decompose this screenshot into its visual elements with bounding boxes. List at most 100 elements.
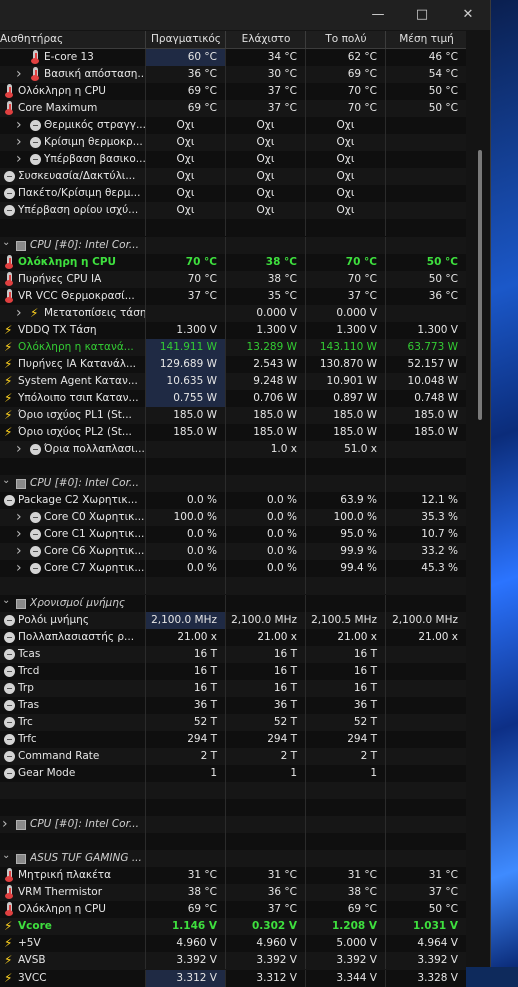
avg-value: 33.2 % [421, 545, 458, 558]
maximize-icon[interactable]: □ [410, 6, 434, 24]
current-value: 1.146 V [172, 920, 217, 933]
minimize-icon[interactable]: — [366, 6, 390, 24]
group-header-row[interactable]: › CPU [#0]: Intel Cor... [0, 816, 466, 834]
table-row[interactable]: ⚡ Ολόκληρη η κατανά... 141.911 W 13.289 W 14… [0, 338, 466, 356]
max-value: 52 T [353, 715, 377, 728]
table-row[interactable]: VRM Thermistor 38 °C 36 °C 38 °C 37 °C [0, 884, 466, 902]
table-row[interactable]: ⚡ Πυρήνες IA Κατανάλ... 129.689 W 2.543 W 13… [0, 355, 466, 373]
avg-value: 52.157 W [407, 357, 458, 370]
max-value: 3.344 V [336, 971, 377, 984]
min-value: 0.0 % [266, 494, 297, 507]
col-max[interactable]: Το πολύ [305, 31, 386, 48]
table-row[interactable]: › Υπέρβαση βασικο... Οχι Οχι Οχι [0, 151, 466, 169]
group-header-row[interactable]: ⌄ CPU [#0]: Intel Cor... [0, 475, 466, 493]
group-header-row[interactable]: ⌄ ASUS TUF GAMING ... [0, 850, 466, 868]
avg-value: 50 °C [428, 102, 458, 115]
table-row[interactable]: Μητρική πλακέτα 31 °C 31 °C 31 °C 31 °C [0, 867, 466, 885]
table-row[interactable]: ⚡ +5V 4.960 V 4.960 V 5.000 V 4.964 V [0, 935, 466, 953]
table-row[interactable]: Tras 36 T 36 T 36 T [0, 696, 466, 714]
sensor-name: Ολόκληρη η CPU [18, 85, 106, 98]
max-value: 2,100.5 MHz [311, 613, 377, 626]
table-row[interactable]: Trfc 294 T 294 T 294 T [0, 730, 466, 748]
group-header-row[interactable]: ⌄ CPU [#0]: Intel Cor... [0, 236, 466, 254]
table-row[interactable]: Ολόκληρη η CPU 69 °C 37 °C 70 °C 50 °C [0, 83, 466, 101]
sensor-name: E-core 13 [44, 51, 94, 63]
table-row[interactable]: › ⚡ Μετατοπίσεις τάσης 0.000 V 0.000 V [0, 304, 466, 322]
min-value: Οχι [256, 204, 275, 217]
scrollbar[interactable] [478, 150, 482, 420]
table-row[interactable]: › Core C7 Χωρητικ... 0.0 % 0.0 % 99.4 % 45.3 … [0, 560, 466, 578]
table-row[interactable]: Πολλαπλασιαστής ρ... 21.00 x 21.00 x 21.00 … [0, 628, 466, 646]
table-row[interactable]: Gear Mode 1 1 1 [0, 764, 466, 783]
chip-icon [16, 479, 26, 490]
table-row[interactable]: ⚡ 3VCC 3.312 V 3.312 V 3.344 V 3.328 V [0, 969, 466, 987]
table-row[interactable]: E-core 13 60 °C 34 °C 62 °C 46 °C [0, 49, 466, 67]
table-row[interactable]: Tcas 16 T 16 T 16 T [0, 645, 466, 663]
table-row[interactable]: Ολόκληρη η CPU 70 °C 38 °C 70 °C 50 °C [0, 253, 466, 271]
col-avg[interactable]: Μέση τιμή [385, 31, 467, 48]
table-row[interactable]: Core Maximum 69 °C 37 °C 70 °C 50 °C [0, 100, 466, 118]
table-row[interactable]: Package C2 Χωρητικ... 0.0 % 0.0 % 63.9 % 12.… [0, 492, 466, 510]
min-value: 2 T [280, 749, 297, 762]
chip-icon [16, 240, 26, 251]
table-row[interactable]: Υπέρβαση ορίου ισχύ... Οχι Οχι Οχι [0, 202, 466, 220]
spacer-row [0, 219, 466, 237]
table-row[interactable]: ⚡ Όριο ισχύος PL1 (St... 185.0 W 185.0 W 185… [0, 406, 466, 425]
table-row[interactable]: › Core C0 Χωρητικ... 100.0 % 0.0 % 100.0 % 35… [0, 509, 466, 527]
table-row[interactable]: ⚡ System Agent Καταν... 10.635 W 9.248 W 10.… [0, 372, 466, 390]
table-row[interactable]: › Όρια πολλαπλασι... 1.0 x 51.0 x [0, 441, 466, 459]
chevron-down-icon[interactable]: ⌄ [2, 850, 10, 861]
table-row[interactable]: Trcd 16 T 16 T 16 T [0, 662, 466, 680]
group-header-row[interactable]: ⌄ Χρονισμοί μνήμης [0, 594, 466, 612]
max-value: 70 °C [347, 85, 377, 98]
table-row[interactable]: › Θερμικός στραγγ... Οχι Οχι Οχι [0, 117, 466, 135]
table-row[interactable]: ⚡ Υπόλοιπο τσιπ Καταν... 0.755 W 0.706 W 0.8… [0, 389, 466, 407]
max-value: 95.0 % [340, 528, 377, 541]
table-row[interactable]: Πακέτο/Κρίσιμη θερμ... Οχι Οχι Οχι [0, 185, 466, 203]
col-current[interactable]: Πραγματικός [145, 31, 226, 48]
table-row[interactable]: Trc 52 T 52 T 52 T [0, 713, 466, 731]
table-row[interactable]: Ολόκληρη η CPU 69 °C 37 °C 69 °C 50 °C [0, 901, 466, 919]
sensor-name: Μητρική πλακέτα [18, 869, 111, 882]
current-value: Οχι [176, 187, 195, 200]
table-row[interactable]: Ρολόι μνήμης 2,100.0 MHz 2,100.0 MHz 2,100.… [0, 611, 466, 629]
table-row[interactable]: Πυρήνες CPU IA 70 °C 38 °C 70 °C 50 °C [0, 270, 466, 288]
chevron-down-icon[interactable]: ⌄ [2, 595, 10, 606]
table-row[interactable]: › Κρίσιμη θερμοκρ... Οχι Οχι Οχι [0, 134, 466, 152]
sensor-name: Ολόκληρη η CPU [18, 903, 106, 916]
sensor-name: Πολλαπλασιαστής ρ... [18, 630, 135, 643]
min-value: 16 T [273, 664, 297, 677]
sensor-name: Core C0 Χωρητικ... [44, 511, 145, 524]
table-row[interactable]: Command Rate 2 T 2 T 2 T [0, 747, 466, 765]
sensor-name: Package C2 Χωρητικ... [18, 494, 138, 507]
table-row[interactable]: › Core C6 Χωρητικ... 0.0 % 0.0 % 99.9 % 33.2 … [0, 543, 466, 561]
spacer-row [0, 577, 466, 595]
table-row[interactable]: VR VCC Θερμοκρασί... 37 °C 35 °C 37 °C 36 °C [0, 287, 466, 305]
table-row[interactable]: ⚡ Vcore 1.146 V 0.302 V 1.208 V 1.031 V [0, 918, 466, 936]
table-row[interactable]: › Core C1 Χωρητικ... 0.0 % 0.0 % 95.0 % 10.7 … [0, 526, 466, 544]
min-value: 3.312 V [256, 971, 297, 984]
avg-value [386, 680, 466, 697]
chevron-down-icon[interactable]: ⌄ [2, 475, 10, 486]
table-row[interactable]: ⚡ VDDQ TX Τάση 1.300 V 1.300 V 1.300 V 1.300 … [0, 321, 466, 339]
table-row[interactable]: Trp 16 T 16 T 16 T [0, 679, 466, 697]
max-value: 36 T [353, 698, 377, 711]
min-value: Οχι [256, 187, 275, 200]
min-value: 37 °C [267, 903, 297, 916]
chevron-right-icon[interactable]: › [2, 816, 8, 832]
col-sensor[interactable]: Αισθητήρας [0, 31, 145, 48]
table-row[interactable]: › Βασική απόσταση... 36 °C 30 °C 69 °C 54 °C [0, 66, 466, 84]
sensor-name: Trp [18, 681, 34, 694]
close-icon[interactable]: ✕ [456, 6, 480, 24]
table-row[interactable]: ⚡ Όριο ισχύος PL2 (St... 185.0 W 185.0 W 185… [0, 424, 466, 442]
max-value: Οχι [336, 170, 355, 183]
avg-value: 1.300 V [417, 323, 458, 336]
avg-value: 50 °C [426, 255, 458, 268]
chevron-down-icon[interactable]: ⌄ [2, 237, 10, 248]
table-row[interactable]: Συσκευασία/Δακτύλι... Οχι Οχι Οχι [0, 168, 466, 186]
avg-value: 31 °C [428, 869, 458, 882]
min-value: 0.0 % [266, 528, 297, 541]
min-value: 185.0 W [253, 426, 297, 439]
current-value: 37 °C [187, 289, 217, 302]
col-min[interactable]: Ελάχιστο [225, 31, 306, 48]
